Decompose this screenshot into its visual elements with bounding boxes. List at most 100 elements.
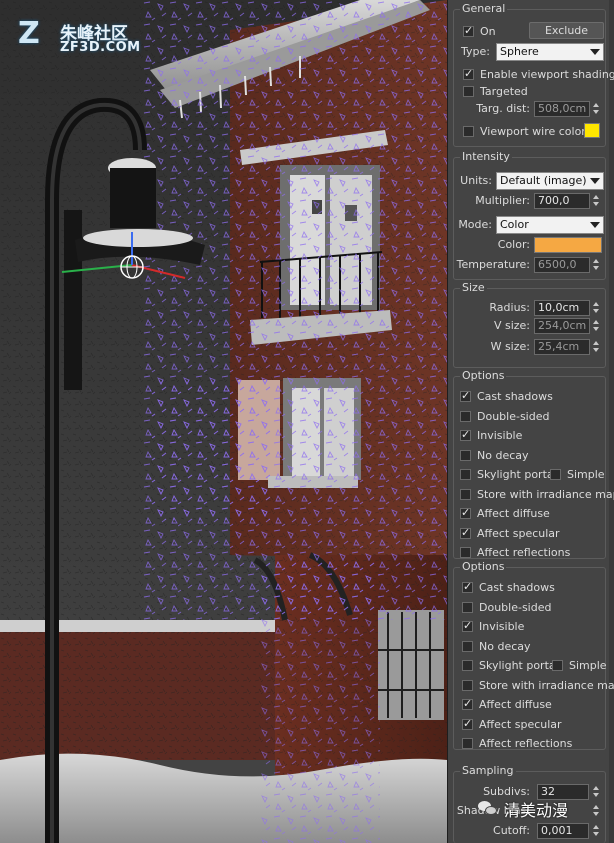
affect-reflections-checkbox[interactable]: Affect reflections [460,544,570,560]
temperature-input[interactable]: 6500,0 [534,257,590,273]
check-box[interactable] [462,737,473,749]
on-checkbox[interactable]: On [463,23,496,39]
targeted-checkbox[interactable]: Targeted [463,83,528,99]
affect-diffuse-checkbox[interactable]: Affect diffuse [460,505,550,521]
simple-label: Simple [569,658,607,672]
check-box[interactable] [460,506,471,519]
check-box[interactable] [462,697,473,710]
mode-select[interactable]: Color [496,216,604,234]
option-label: No decay [479,639,531,653]
on-label: On [480,24,496,38]
invisible-checkbox[interactable]: Invisible [462,618,524,634]
on-check-box[interactable] [463,24,474,37]
option-label: Double-sided [477,409,550,423]
temperature-spinner[interactable] [592,257,600,273]
wechat-icon [478,801,498,817]
affect-specular-checkbox[interactable]: Affect specular [462,716,562,732]
enable-viewport-shading-checkbox[interactable]: Enable viewport shading [463,66,614,82]
double-sided-checkbox[interactable]: Double-sided [460,408,549,424]
check-box[interactable] [462,717,473,730]
option-label: Cast shadows [477,389,553,403]
w-size-input[interactable]: 25,4cm [534,339,590,355]
double-sided-checkbox[interactable]: Double-sided [462,599,551,615]
skylight-portal-checkbox[interactable]: Skylight portal [460,466,557,482]
check-box[interactable] [462,619,473,632]
size-title: Size [460,281,487,294]
affect-reflections-checkbox[interactable]: Affect reflections [462,735,572,751]
option-label: Store with irradiance map [479,678,614,692]
cutoff-spinner[interactable] [592,823,600,839]
check-box[interactable] [462,580,473,593]
wire-color-swatch[interactable] [584,123,600,138]
check-box[interactable] [460,428,471,441]
check-box[interactable] [462,659,473,671]
units-select[interactable]: Default (image) [496,172,604,190]
affect-specular-checkbox[interactable]: Affect specular [460,525,560,541]
option-label: Affect diffuse [479,697,552,711]
store-with-irradiance-map-checkbox[interactable]: Store with irradiance map [462,677,614,693]
units-label: Units: [460,174,492,187]
store-with-irradiance-map-checkbox[interactable]: Store with irradiance map [460,486,614,502]
multiplier-input[interactable]: 700,0 [534,193,590,209]
check-box[interactable] [460,468,471,480]
option-label: Affect diffuse [477,506,550,520]
option-label: Skylight portal [479,658,559,672]
3d-viewport[interactable]: Z 朱峰社区 ZF3D.COM [0,0,447,843]
type-select[interactable]: Sphere [496,43,604,61]
enable-viewport-shading-label: Enable viewport shading [480,67,614,81]
targ-dist-spinner[interactable] [592,101,600,117]
scene-render [0,0,447,843]
no-decay-checkbox[interactable]: No decay [460,447,529,463]
targeted-label: Targeted [480,84,528,98]
light-color-swatch[interactable] [534,237,602,253]
viewport-wire-color-check-box[interactable] [463,125,474,137]
affect-diffuse-checkbox[interactable]: Affect diffuse [462,696,552,712]
check-box[interactable] [460,526,471,539]
enable-viewport-shading-check-box[interactable] [463,67,474,80]
viewport-wire-color-checkbox[interactable]: Viewport wire color [463,123,586,139]
no-decay-checkbox[interactable]: No decay [462,638,531,654]
check-box[interactable] [460,389,471,402]
targeted-check-box[interactable] [463,85,474,97]
option-label: Double-sided [479,600,552,614]
simple-checkbox[interactable]: Simple [550,466,605,482]
simple-checkbox[interactable]: Simple [552,657,607,673]
radius-label: Radius: [489,301,530,314]
option-label: Affect reflections [479,736,573,750]
exclude-button[interactable]: Exclude [529,22,604,39]
targ-dist-input[interactable]: 508,0cm [534,101,590,117]
skylight-portal-checkbox[interactable]: Skylight portal [462,657,559,673]
invisible-checkbox[interactable]: Invisible [460,427,522,443]
v-size-spinner[interactable] [592,318,600,334]
check-box[interactable] [550,468,561,480]
type-value: Sphere [500,45,539,58]
v-size-input[interactable]: 254,0cm [534,318,590,334]
cast-shadows-checkbox[interactable]: Cast shadows [462,579,555,595]
option-label: Affect reflections [477,545,571,559]
mode-label: Mode: [458,218,492,231]
check-box[interactable] [462,640,473,652]
wechat-watermark: 清美动漫 [478,798,614,820]
radius-spinner[interactable] [592,300,600,316]
check-box[interactable] [462,601,473,613]
radius-input[interactable]: 10,0cm [534,300,590,316]
check-box[interactable] [552,659,563,671]
check-box[interactable] [460,410,471,422]
wechat-watermark-text: 清美动漫 [504,801,569,820]
check-box[interactable] [460,488,471,500]
check-box[interactable] [460,546,471,558]
chevron-down-icon [590,222,600,228]
panel-scrollbar[interactable] [609,0,614,843]
multiplier-spinner[interactable] [592,193,600,209]
simple-label: Simple [567,467,605,481]
cutoff-input[interactable]: 0,001 [537,823,589,839]
w-size-spinner[interactable] [592,339,600,355]
chevron-down-icon [590,178,600,184]
option-label: No decay [477,448,529,462]
targ-dist-label: Targ. dist: [476,102,530,115]
option-label: Invisible [479,619,525,633]
check-box[interactable] [462,679,473,691]
check-box[interactable] [460,449,471,461]
watermark-logo: Z [18,16,40,51]
cast-shadows-checkbox[interactable]: Cast shadows [460,388,553,404]
